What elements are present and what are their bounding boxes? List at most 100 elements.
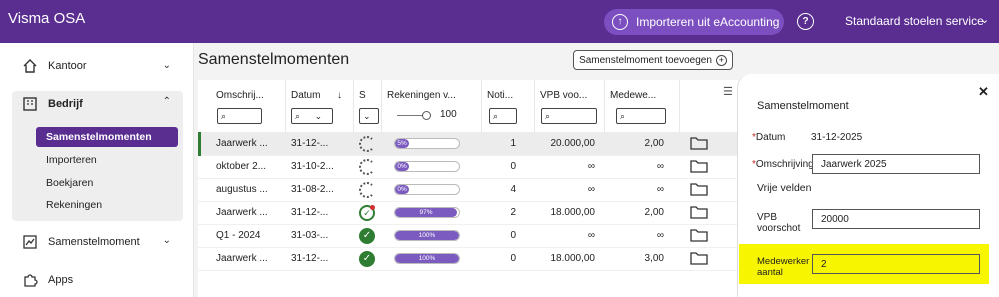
column-header-rekeningen[interactable]: Rekeningen v... (382, 80, 482, 132)
folder-icon[interactable] (690, 182, 708, 196)
filter-status[interactable]: ⌄ (359, 108, 379, 124)
table-row[interactable]: oktober 2... 31-10-2... 0% 0 ∞ ∞ (198, 155, 738, 179)
sidebar: Kantoor ⌄ Bedrijf ⌃ Samenstelmomenten Im… (0, 43, 194, 297)
slider-value: 100 (440, 109, 457, 120)
progress-bar: 0% (394, 184, 460, 195)
add-samenstelmoment-button[interactable]: Samenstelmoment toevoegen + (573, 50, 733, 70)
cell-datum: 31-10-2... (291, 161, 334, 172)
slider-handle[interactable] (422, 111, 431, 120)
chevron-down-icon[interactable]: ⌄ (163, 235, 171, 246)
column-header-datum[interactable]: Datum ↓ (286, 80, 354, 132)
cell-notities: 0 (510, 161, 516, 172)
vpb-voorschot-field[interactable]: 20000 (812, 209, 980, 229)
filter-datum[interactable]: ⌕ ⌄ (291, 108, 333, 124)
close-icon[interactable]: ✕ (978, 84, 989, 100)
selected-row-marker (198, 132, 201, 156)
table-row[interactable]: Jaarwerk ... 31-12-... 5% 1 20.000,00 2,00 (198, 132, 738, 156)
status-in-progress-icon (359, 182, 375, 198)
help-icon[interactable]: ? (797, 13, 814, 30)
sidebar-item-bedrijf[interactable]: Bedrijf (22, 96, 83, 112)
import-button-label: Importeren uit eAccounting (636, 15, 780, 29)
sidebar-subitem-samenstelmomenten[interactable]: Samenstelmomenten (36, 127, 178, 147)
sidebar-subitem-boekjaren[interactable]: Boekjaren (46, 177, 93, 189)
progress-fill: 100% (395, 231, 459, 240)
app-title: Visma OSA (8, 10, 86, 27)
home-icon (22, 58, 38, 74)
filter-vpb[interactable]: ⌕ (541, 108, 597, 124)
status-partial-icon: ✓ (359, 205, 375, 221)
progress-fill: 0% (395, 185, 410, 194)
chevron-down-icon[interactable]: ⌄ (980, 13, 989, 26)
column-header-vpb[interactable]: VPB voo... (535, 80, 605, 132)
cell-vpb: ∞ (587, 184, 595, 195)
company-selector[interactable]: Standaard stoelen service (845, 14, 984, 28)
cell-datum: 31-08-2... (291, 184, 334, 195)
table-row[interactable]: Jaarwerk ... 31-12-... ✓ 100% 0 18.000,00 3,00 (198, 247, 738, 271)
chart-icon (22, 234, 38, 250)
cell-notities: 2 (510, 207, 516, 218)
sidebar-item-apps[interactable]: Apps (22, 272, 73, 288)
sidebar-item-label: Bedrijf (48, 98, 83, 110)
page-title: Samenstelmomenten (198, 51, 350, 68)
filter-omschrijving[interactable]: ⌕ (217, 108, 262, 124)
chevron-down-icon: ⌄ (314, 111, 323, 121)
progress-fill: 5% (395, 139, 410, 148)
sidebar-subitem-rekeningen[interactable]: Rekeningen (46, 199, 102, 211)
cell-datum: 31-12-... (291, 253, 329, 264)
column-label: VPB voo... (540, 90, 588, 101)
folder-icon[interactable] (690, 205, 708, 219)
cell-notities: 0 (510, 253, 516, 264)
panel-title: Samenstelmoment (757, 100, 849, 112)
folder-icon[interactable] (690, 136, 708, 150)
column-header-status[interactable]: S (354, 80, 382, 132)
cell-omschrijving: Jaarwerk ... (216, 207, 268, 218)
search-icon: ⌕ (620, 111, 626, 121)
detail-panel: ✕ Samenstelmoment *Datum 31-12-2025 *Oms… (737, 74, 999, 297)
table-row[interactable]: augustus ... 31-08-2... 0% 4 ∞ ∞ (198, 178, 738, 202)
cell-notities: 4 (510, 184, 516, 195)
cell-notities: 0 (510, 230, 516, 241)
status-in-progress-icon (359, 159, 375, 175)
chevron-down-icon[interactable]: ⌄ (163, 60, 171, 71)
cell-medewerker: ∞ (656, 184, 664, 195)
progress-bar: 100% (394, 230, 460, 241)
sidebar-item-samenstelmoment[interactable]: Samenstelmoment (22, 234, 140, 250)
cell-datum: 31-12-... (291, 138, 329, 149)
folder-icon[interactable] (690, 228, 708, 242)
table-row[interactable]: Q1 - 2024 31-03-... ✓ 100% 0 ∞ ∞ (198, 224, 738, 248)
datum-value: 31-12-2025 (811, 132, 863, 143)
medewerker-aantal-label: Medewerker aantal (757, 256, 810, 278)
column-header-notities[interactable]: Noti... (482, 80, 535, 132)
sidebar-item-kantoor[interactable]: Kantoor (22, 58, 87, 74)
sidebar-subitem-importeren[interactable]: Importeren (46, 154, 97, 166)
column-menu-icon[interactable]: ☰ (723, 85, 733, 98)
filter-medewerker[interactable]: ⌕ (616, 108, 666, 124)
omschrijving-field[interactable]: Jaarwerk 2025 (812, 154, 980, 174)
table-row[interactable]: Jaarwerk ... 31-12-... ✓ 97% 2 18.000,00 2,00 (198, 201, 738, 225)
upload-icon: ↑ (612, 14, 628, 30)
datum-label: *Datum (752, 132, 786, 143)
folder-icon[interactable] (690, 159, 708, 173)
cell-vpb: ∞ (587, 161, 595, 172)
cell-medewerker: 2,00 (644, 138, 664, 149)
folder-icon[interactable] (690, 251, 708, 265)
column-label: S (359, 90, 366, 101)
omschrijving-label: *Omschrijving (752, 159, 814, 170)
sort-down-icon[interactable]: ↓ (337, 90, 342, 101)
chevron-down-icon: ⌄ (363, 111, 371, 121)
column-header-omschrijving[interactable]: Omschrij... (211, 80, 286, 132)
plus-icon: + (715, 54, 727, 66)
medewerker-aantal-field[interactable]: 2 (812, 254, 980, 274)
chevron-up-icon[interactable]: ⌃ (163, 96, 171, 107)
sidebar-item-label: Kantoor (48, 60, 87, 72)
import-eaccounting-button[interactable]: ↑ Importeren uit eAccounting (604, 9, 784, 35)
search-icon: ⌕ (493, 111, 499, 121)
progress-fill: 100% (395, 254, 459, 263)
cell-datum: 31-12-... (291, 207, 329, 218)
column-header-medewerker[interactable]: Medewe... (605, 80, 680, 132)
cell-datum: 31-03-... (291, 230, 329, 241)
filter-notities[interactable]: ⌕ (489, 108, 517, 124)
status-in-progress-icon (359, 136, 375, 152)
column-label: Medewe... (610, 90, 657, 101)
cell-omschrijving: Jaarwerk ... (216, 253, 268, 264)
